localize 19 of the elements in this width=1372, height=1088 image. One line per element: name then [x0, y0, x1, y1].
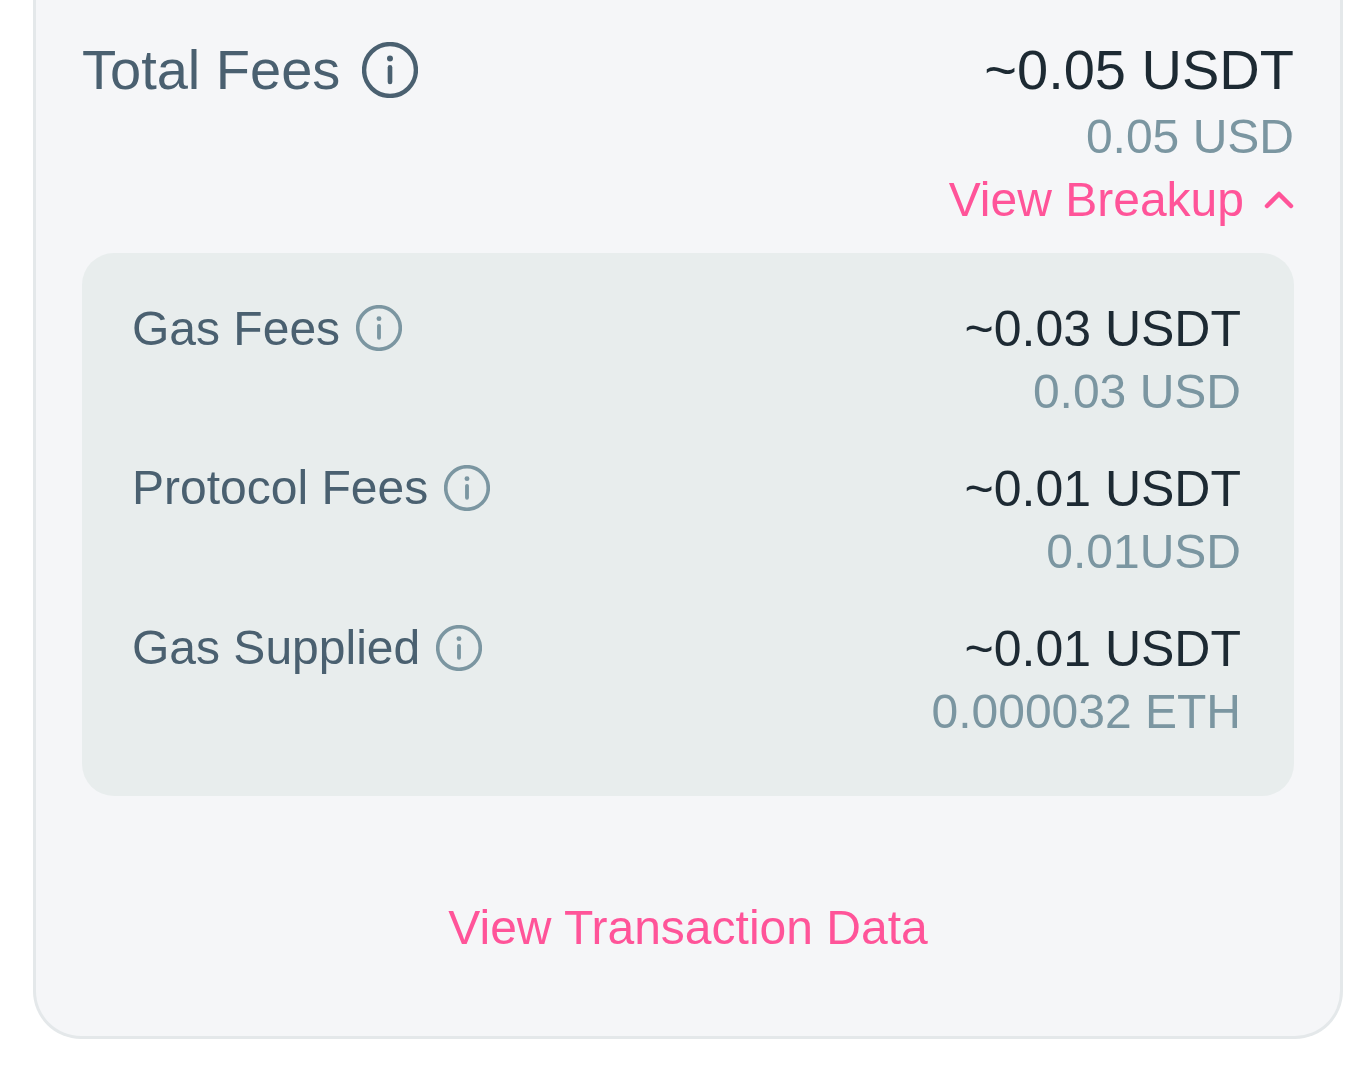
info-icon[interactable] — [444, 464, 491, 511]
info-icon[interactable] — [436, 624, 483, 671]
fee-value: ~0.03 USDT — [964, 300, 1241, 360]
fee-converted: 0.000032 ETH — [931, 683, 1241, 740]
total-fees-converted: 0.05 USD — [1085, 109, 1294, 166]
total-fees-label: Total Fees — [82, 36, 341, 103]
fee-label: Protocol Fees — [132, 460, 429, 517]
view-breakup-button[interactable]: View Breakup — [948, 170, 1294, 229]
chevron-up-icon — [1264, 190, 1294, 209]
total-fees-value: ~0.05 USDT — [984, 37, 1294, 103]
fee-converted: 0.01USD — [1046, 523, 1241, 580]
info-icon[interactable] — [362, 41, 419, 98]
fee-converted: 0.03 USD — [1032, 364, 1241, 421]
fee-value: ~0.01 USDT — [964, 619, 1241, 679]
fee-label: Gas Fees — [132, 300, 341, 357]
fee-label: Gas Supplied — [132, 619, 421, 676]
view-transaction-data-link[interactable]: View Transaction Data — [448, 899, 928, 957]
info-icon[interactable] — [356, 305, 403, 352]
fee-value: ~0.01 USDT — [964, 459, 1241, 519]
